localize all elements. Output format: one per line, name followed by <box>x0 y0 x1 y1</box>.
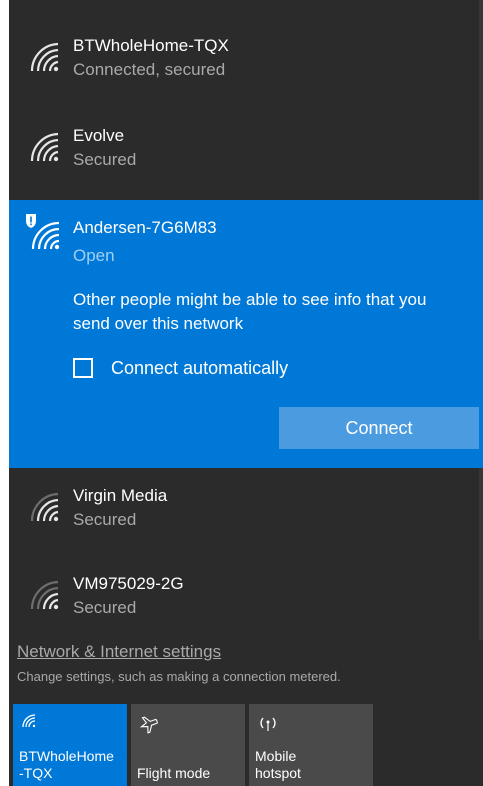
settings-description: Change settings, such as making a connec… <box>17 669 341 684</box>
tile-label-text: Mobile hotspot <box>255 748 301 781</box>
wifi-quick-action-tile[interactable]: BTWholeHome -TQX <box>13 704 127 786</box>
wifi-signal-icon <box>27 132 61 167</box>
wifi-signal-icon <box>27 492 61 527</box>
wifi-signal-icon <box>27 580 61 615</box>
network-item-vm975029[interactable]: VM975029-2G Secured <box>9 566 479 636</box>
network-status: Secured <box>73 510 137 529</box>
airplane-icon <box>139 714 159 737</box>
open-network-warning: Other people might be able to see info t… <box>73 290 427 333</box>
wifi-open-warning-icon <box>23 212 63 257</box>
connect-button[interactable]: Connect <box>279 407 479 449</box>
wifi-signal-icon <box>27 42 61 77</box>
tile-label: BTWholeHome -TQX <box>19 748 114 782</box>
network-item-andersen-selected[interactable]: Andersen-7G6M83 Open Other people might … <box>9 200 483 468</box>
network-ssid: Andersen-7G6M83 <box>73 218 217 237</box>
network-ssid: VM975029-2G <box>73 574 184 593</box>
wifi-icon <box>21 714 37 731</box>
network-ssid: Virgin Media <box>73 486 168 505</box>
hotspot-icon <box>257 714 279 737</box>
network-ssid: BTWholeHome-TQX <box>73 36 229 55</box>
mobile-hotspot-tile[interactable]: Mobile hotspot <box>249 704 373 786</box>
tile-label-text: BTWholeHome -TQX <box>19 748 114 781</box>
network-ssid: Evolve <box>73 126 125 145</box>
network-internet-settings-link[interactable]: Network & Internet settings <box>17 642 221 662</box>
network-status: Connected, secured <box>73 60 226 79</box>
tile-label: Flight mode <box>137 765 211 781</box>
network-status: Open <box>73 246 115 265</box>
network-item-evolve[interactable]: Evolve Secured <box>9 118 479 188</box>
network-item-virgin-media[interactable]: Virgin Media Secured <box>9 478 479 548</box>
flight-mode-tile[interactable]: Flight mode <box>131 704 245 786</box>
connect-automatically-checkbox[interactable] <box>73 358 93 378</box>
network-status: Secured <box>73 150 137 169</box>
connect-automatically-label[interactable]: Connect automatically <box>111 358 288 379</box>
network-item-btwholehome[interactable]: BTWholeHome-TQX Connected, secured <box>9 28 479 98</box>
network-flyout: BTWholeHome-TQX Connected, secured Evolv… <box>9 0 483 786</box>
network-status: Secured <box>73 598 137 617</box>
tile-label: Mobile hotspot <box>255 748 301 782</box>
